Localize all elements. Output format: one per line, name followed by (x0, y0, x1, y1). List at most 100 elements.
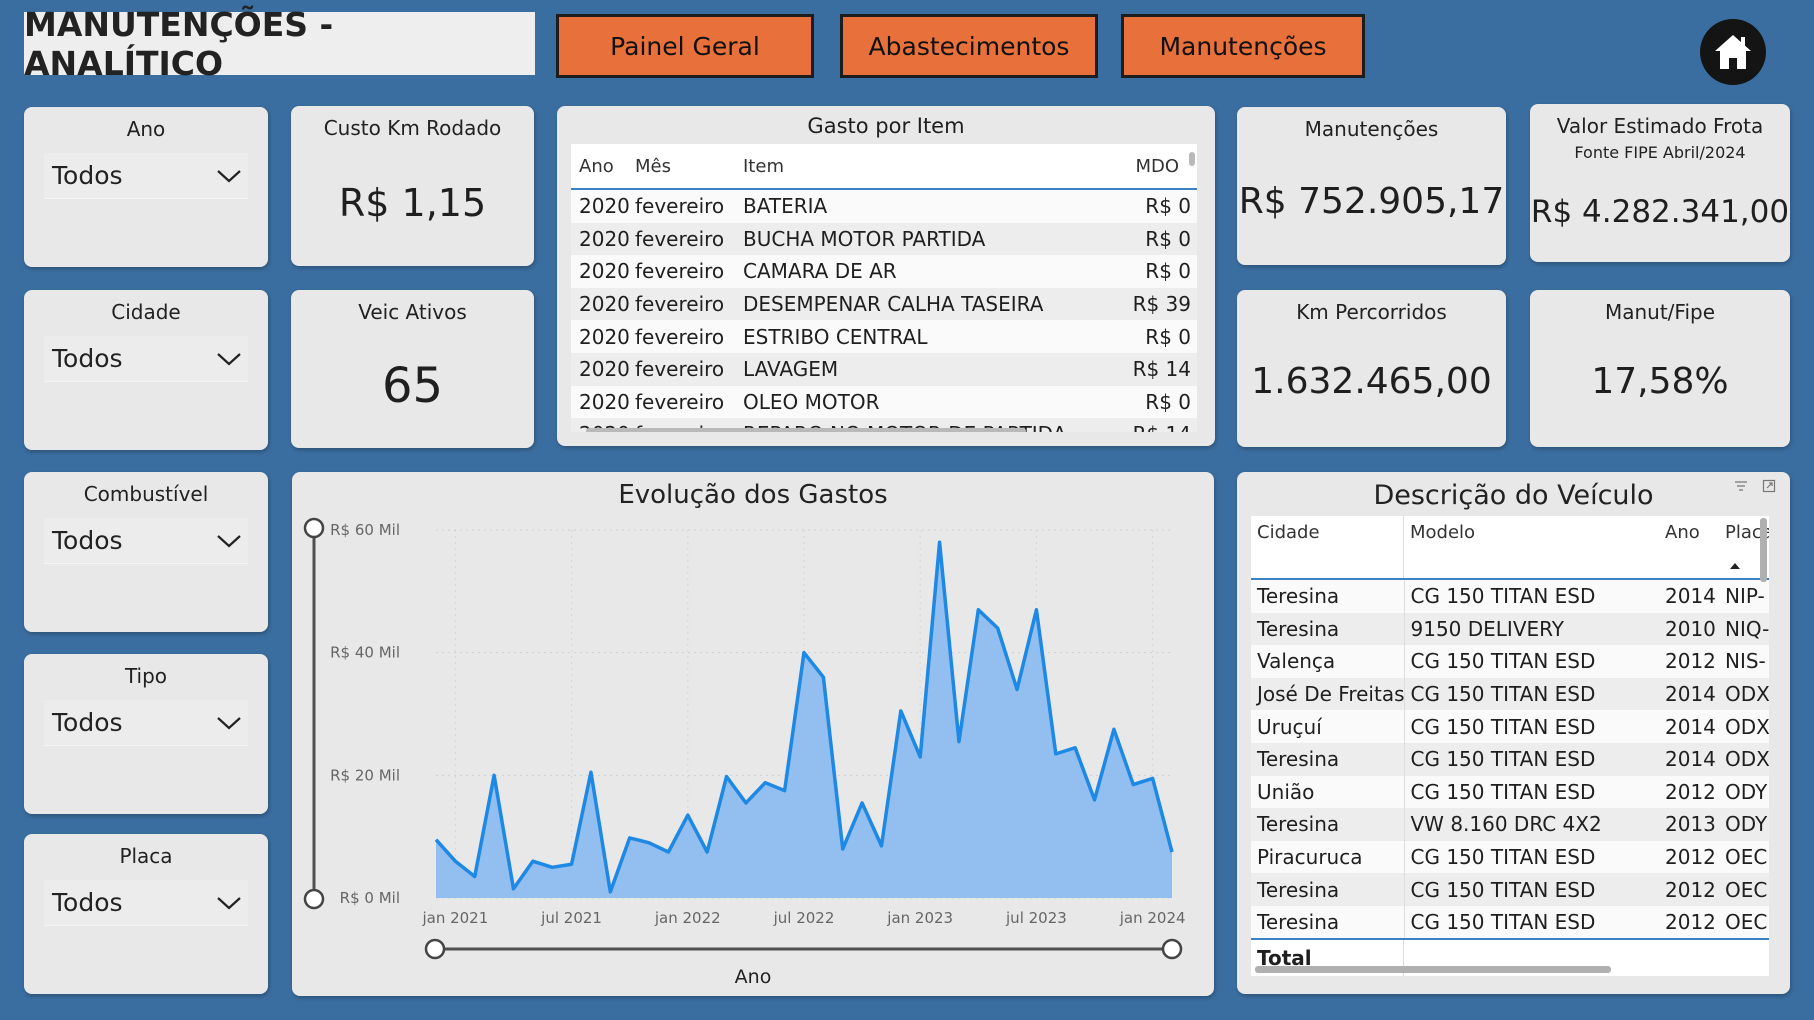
table-cell: CG 150 TITAN ESD (1410, 682, 1596, 707)
table-cell: 2020 (579, 324, 630, 349)
slicer-dropdown-cidade[interactable]: Todos (44, 336, 248, 382)
kpi-value: 1.632.465,00 (1251, 361, 1492, 402)
x-tick-label: jul 2021 (540, 909, 602, 927)
table-cell: 2020 (579, 292, 630, 317)
slicer-dropdown-combustivel[interactable]: Todos (44, 518, 248, 564)
slicer-label: Tipo (124, 664, 168, 688)
slicer-value: Todos (52, 888, 123, 917)
table-row[interactable]: 2020 fevereiro ESTRIBO CENTRAL R$ 0 (571, 320, 1197, 353)
table-cell: 2014 (1665, 714, 1716, 739)
x-tick-label: jan 2021 (421, 909, 488, 927)
table-cell: CG 150 TITAN ESD (1410, 877, 1596, 902)
table-row[interactable]: Valença CG 150 TITAN ESD 2012 NIS- (1251, 645, 1769, 678)
kpi-manut-fipe: Manut/Fipe 17,58% (1530, 290, 1790, 447)
y-range-handle-bottom[interactable] (303, 888, 325, 910)
column-header[interactable]: Item (743, 156, 1123, 177)
x-range-handle-start[interactable] (424, 938, 446, 960)
x-axis-label: Ano (734, 966, 772, 988)
nav-button-abastecimentos[interactable]: Abastecimentos (840, 14, 1098, 78)
table-row[interactable]: Teresina 9150 DELIVERY 2010 NIQ- (1251, 612, 1769, 646)
nav-button-painel-geral[interactable]: Painel Geral (556, 14, 814, 78)
kpi-label: Custo Km Rodado (323, 116, 502, 140)
table-cell: fevereiro (635, 226, 725, 251)
column-header[interactable]: Cidade (1251, 516, 1404, 578)
table-row[interactable]: 2020 fevereiro LAVAGEM R$ 14 (571, 352, 1197, 386)
table-cell: 2020 (579, 389, 630, 414)
table-cell: 2012 (1665, 910, 1716, 935)
slicer-value: Todos (52, 161, 123, 190)
kpi-label: Veic Ativos (358, 300, 467, 324)
column-header[interactable]: MDO (1123, 156, 1197, 177)
area-fill (436, 542, 1172, 898)
table-cell: OEC (1725, 910, 1768, 935)
table-row[interactable]: Piracuruca CG 150 TITAN ESD 2012 OEC (1251, 840, 1769, 874)
table-row[interactable]: 2020 fevereiro BUCHA MOTOR PARTIDA R$ 0 (571, 222, 1197, 256)
table-cell: fevereiro (635, 259, 725, 284)
slicer-label: Combustível (83, 482, 209, 506)
table-row[interactable]: Teresina CG 150 TITAN ESD 2012 OEC (1251, 873, 1769, 906)
column-header[interactable]: Ano (571, 156, 631, 177)
chevron-down-icon (217, 716, 241, 729)
column-header[interactable]: Modelo (1404, 516, 1659, 578)
slicer-cidade: Cidade Todos (24, 290, 268, 450)
table-cell: Uruçuí (1251, 710, 1405, 743)
slicer-dropdown-placa[interactable]: Todos (44, 880, 248, 926)
table-cell: ODX (1725, 714, 1769, 739)
table-cell: 2012 (1665, 877, 1716, 902)
table-cell: VW 8.160 DRC 4X2 (1410, 812, 1602, 837)
table-header: Ano Mês Item MDO (571, 144, 1197, 190)
slicer-dropdown-tipo[interactable]: Todos (44, 700, 248, 746)
slicer-label: Cidade (111, 300, 181, 324)
table-cell: Teresina (1251, 580, 1405, 613)
table-row[interactable]: José De Freitas CG 150 TITAN ESD 2014 ODX (1251, 677, 1769, 711)
table-row[interactable]: 2020 fevereiro CAMARA DE AR R$ 0 (571, 255, 1197, 288)
table-row[interactable]: Teresina VW 8.160 DRC 4X2 2013 ODY (1251, 808, 1769, 841)
slicer-dropdown-ano[interactable]: Todos (44, 153, 248, 199)
table-row[interactable]: 2020 fevereiro DESEMPENAR CALHA TASEIRA R$ … (571, 287, 1197, 321)
y-tick-label: R$ 0 Mil (340, 889, 400, 907)
table-cell: fevereiro (635, 292, 725, 317)
vehicle-table[interactable]: Cidade Modelo Ano Placa Teresina CG 150 T… (1251, 516, 1769, 976)
chevron-down-icon (217, 169, 241, 182)
y-tick-label: R$ 20 Mil (330, 766, 400, 784)
y-range-handle-top[interactable] (303, 517, 325, 539)
table-row[interactable]: Teresina CG 150 TITAN ESD 2014 NIP- (1251, 580, 1769, 613)
table-cell: BUCHA MOTOR PARTIDA (743, 226, 986, 251)
table-cell: Piracuruca (1251, 840, 1405, 874)
home-icon (1715, 35, 1751, 69)
horizontal-scrollbar[interactable] (586, 428, 1026, 432)
chart-panel: Evolução dos Gastos R$ 0 Mil R$ 20 Mil R$ … (292, 472, 1214, 996)
panel-title: Gasto por Item (807, 114, 965, 138)
table-cell: R$ 14 (1123, 418, 1197, 432)
gasto-table[interactable]: Ano Mês Item MDO 2020 fevereiro BATERIA R$ … (571, 144, 1197, 432)
kpi-label: Km Percorridos (1296, 300, 1447, 324)
table-cell: ODX (1725, 747, 1769, 772)
column-header[interactable]: Ano (1659, 516, 1719, 578)
table-row[interactable]: Teresina CG 150 TITAN ESD 2012 OEC (1251, 905, 1769, 939)
table-row[interactable]: 2020 fevereiro BATERIA R$ 0 (571, 190, 1197, 223)
table-cell: 9150 DELIVERY (1410, 616, 1565, 641)
table-cell: CG 150 TITAN ESD (1410, 747, 1596, 772)
x-range-handle-end[interactable] (1161, 938, 1183, 960)
table-row[interactable]: Uruçuí CG 150 TITAN ESD 2014 ODX (1251, 710, 1769, 743)
slicer-label: Placa (119, 844, 173, 868)
vertical-scrollbar[interactable] (1189, 152, 1195, 166)
horizontal-scrollbar[interactable] (1255, 966, 1611, 973)
table-cell: 2014 (1665, 584, 1716, 609)
home-button[interactable] (1700, 19, 1766, 85)
vertical-scrollbar[interactable] (1760, 518, 1767, 582)
table-row[interactable]: Teresina CG 150 TITAN ESD 2014 ODX (1251, 742, 1769, 776)
table-cell: CG 150 TITAN ESD (1410, 714, 1596, 739)
table-cell: CG 150 TITAN ESD (1410, 779, 1596, 804)
table-row[interactable]: União CG 150 TITAN ESD 2012 ODY (1251, 775, 1769, 809)
kpi-veic-ativos: Veic Ativos 65 (291, 290, 534, 448)
area-chart: R$ 0 Mil R$ 20 Mil R$ 40 Mil R$ 60 Mil jan 2… (303, 517, 1186, 960)
nav-button-manutencoes[interactable]: Manutenções (1121, 14, 1365, 78)
table-row[interactable]: 2020 fevereiro OLEO MOTOR R$ 0 (571, 385, 1197, 419)
table-body: Teresina CG 150 TITAN ESD 2014 NIP- Teresina… (1251, 580, 1769, 939)
table-cell: União (1251, 775, 1405, 809)
gasto-por-item-panel: Gasto por Item Ano Mês Item MDO 2020 feve… (557, 106, 1215, 446)
table-cell: 2020 (579, 194, 630, 219)
column-header[interactable]: Mês (631, 156, 743, 177)
slicer-combustivel: Combustível Todos (24, 472, 268, 632)
